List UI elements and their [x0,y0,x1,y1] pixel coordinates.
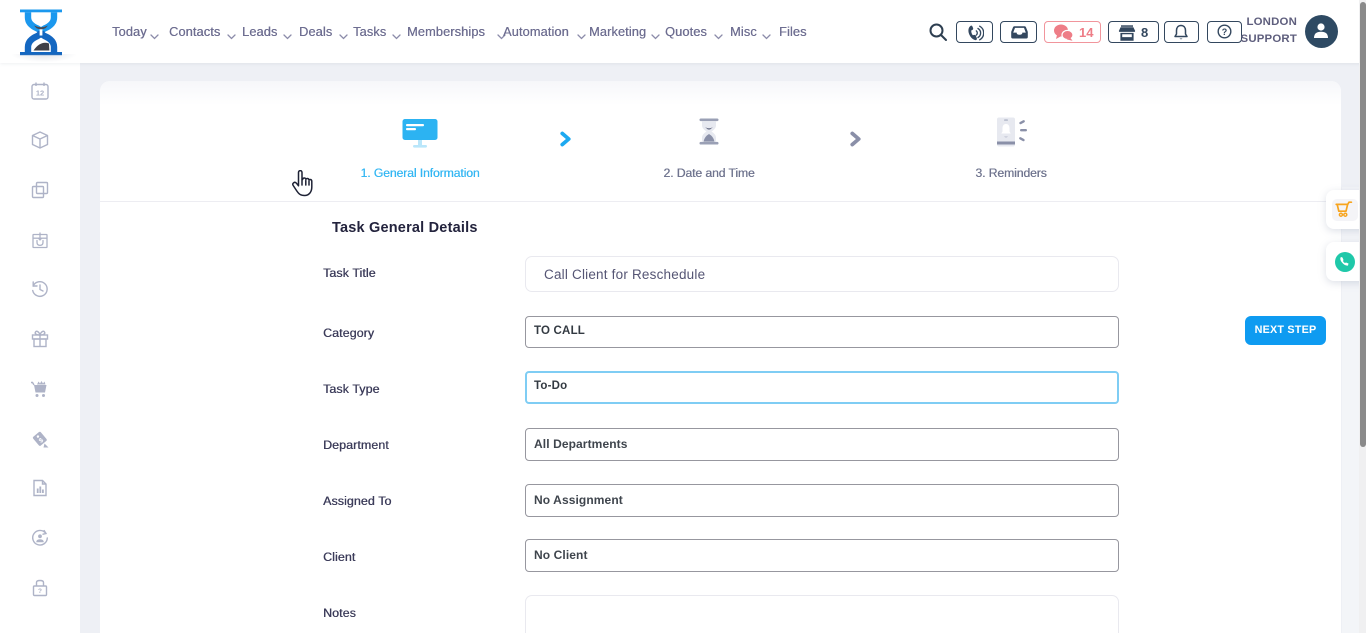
svg-text:12: 12 [36,89,44,98]
svg-text:?: ? [38,588,42,595]
